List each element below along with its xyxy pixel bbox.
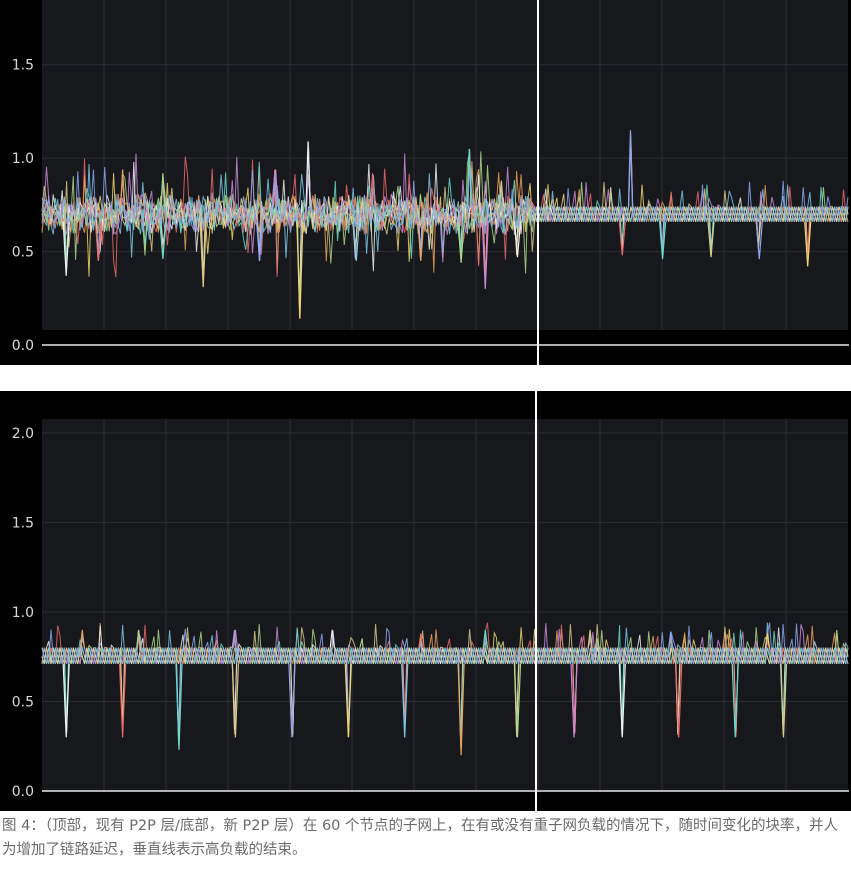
y-tick-label: 1.5 bbox=[12, 515, 34, 531]
y-tick-label: 0.0 bbox=[12, 784, 34, 800]
plot-area bbox=[42, 419, 848, 791]
chart-bottom-panel: 0.0 0.5 1.0 1.5 2.0 bbox=[0, 391, 851, 811]
chart-top-svg: 0.0 0.5 1.0 1.5 bbox=[12, 0, 849, 365]
y-tick-label: 2.0 bbox=[12, 426, 34, 442]
y-tick-label: 0.5 bbox=[12, 245, 34, 261]
y-tick-label: 0.5 bbox=[12, 695, 34, 711]
y-tick-label: 1.0 bbox=[12, 151, 34, 167]
y-tick-label: 1.0 bbox=[12, 605, 34, 621]
y-tick-label: 0.0 bbox=[12, 338, 34, 354]
y-tick-label: 1.5 bbox=[12, 58, 34, 74]
figure-caption: 图 4：（顶部，现有 P2P 层/底部，新 P2P 层）在 60 个节点的子网上… bbox=[2, 818, 838, 858]
chart-top-panel: 0.0 0.5 1.0 1.5 bbox=[0, 0, 851, 365]
chart-bottom-svg: 0.0 0.5 1.0 1.5 2.0 bbox=[12, 391, 849, 811]
plot-area bbox=[42, 0, 848, 330]
